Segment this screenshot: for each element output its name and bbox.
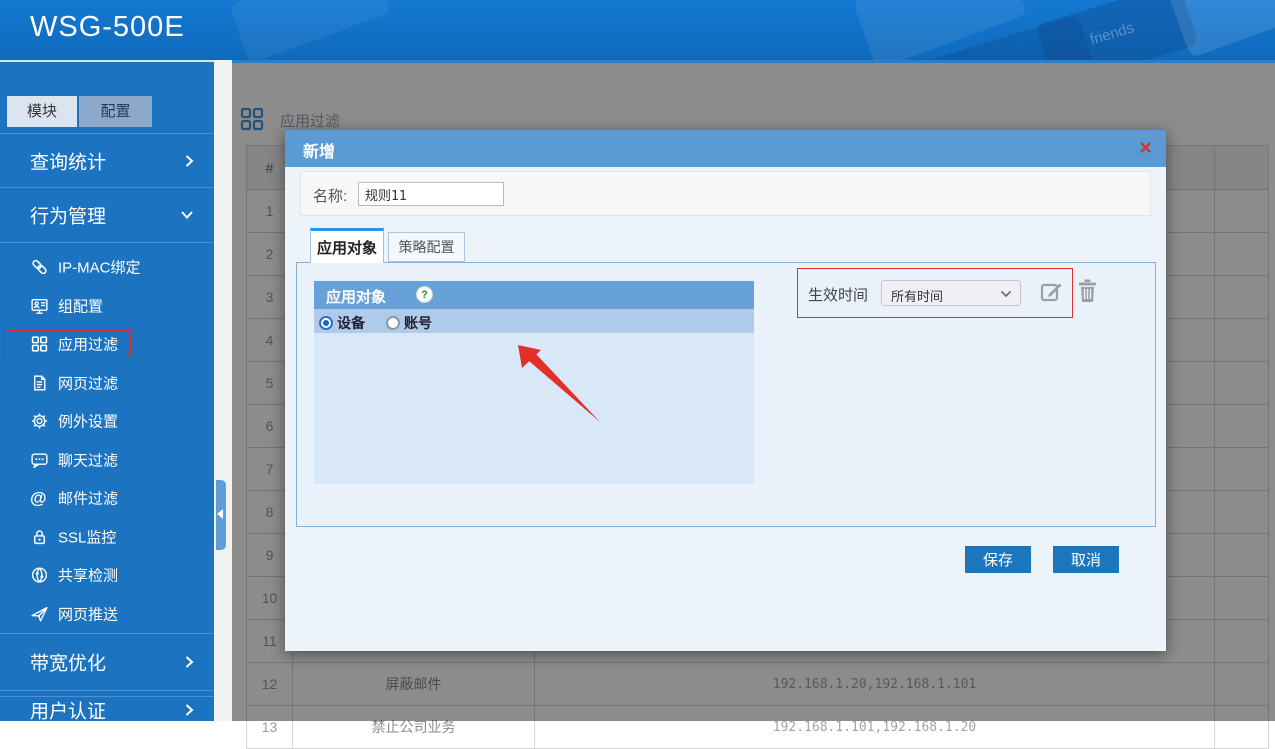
chevron-down-icon	[1000, 290, 1012, 298]
sidebar-item-label: SSL监控	[58, 526, 116, 547]
keyboard-key-label: friends	[1088, 19, 1136, 48]
rule-name-panel: 名称:	[300, 171, 1151, 216]
panel-header: 应用对象 ?	[314, 281, 754, 309]
sidebar-section-bandwidth[interactable]: 带宽优化	[0, 633, 214, 691]
sidebar-item-label: 聊天过滤	[58, 449, 118, 470]
section-label: 行为管理	[30, 202, 106, 229]
sidebar-item-mail-filter[interactable]: @ 邮件过滤	[0, 479, 214, 518]
cancel-button[interactable]: 取消	[1053, 546, 1119, 573]
share-icon	[30, 566, 49, 585]
red-annotation-arrow	[507, 335, 617, 430]
lock-icon	[30, 527, 49, 546]
panel-header-label: 应用对象	[326, 286, 386, 307]
name-label: 名称:	[313, 185, 347, 206]
dialog-title: 新增	[303, 138, 335, 162]
edit-time-icon[interactable]	[1040, 280, 1064, 304]
dialog-titlebar: 新增 ×	[285, 130, 1166, 167]
chevron-right-icon	[185, 703, 194, 717]
tab-apply-object[interactable]: 应用对象	[310, 228, 384, 263]
help-icon[interactable]: ?	[416, 286, 433, 303]
sidebar-tab-config[interactable]: 配置	[79, 96, 152, 127]
save-button[interactable]: 保存	[965, 546, 1031, 573]
object-type-radio-row: 设备 账号	[314, 309, 754, 333]
radio-device[interactable]: 设备	[319, 313, 365, 333]
add-rule-dialog: 新增 × 名称: 应用对象 策略配置 应用对象 ? 设备 账号	[285, 130, 1166, 651]
keyboard-decoration	[229, 0, 391, 60]
webpage-icon	[30, 373, 49, 392]
close-icon[interactable]: ×	[1139, 135, 1152, 161]
sidebar-section-user-auth[interactable]: 用户认证	[0, 696, 214, 723]
link-icon	[30, 258, 49, 277]
radio-label: 设备	[337, 313, 365, 333]
at-icon: @	[30, 489, 49, 508]
section-label: 带宽优化	[30, 649, 106, 676]
tab-policy-config[interactable]: 策略配置	[388, 232, 465, 262]
sidebar-item-label: 网页过滤	[58, 372, 118, 393]
sidebar-item-ssl-monitor[interactable]: SSL监控	[0, 518, 214, 557]
effective-time-label: 生效时间	[808, 284, 868, 305]
sidebar-item-group-config[interactable]: 组配置	[0, 287, 214, 326]
behavior-submenu: IP-MAC绑定 组配置 应用过滤 网页过滤	[0, 248, 214, 633]
sidebar-item-chat-filter[interactable]: 聊天过滤	[0, 441, 214, 480]
radio-unselected-icon	[386, 316, 400, 330]
chevron-right-icon	[185, 655, 194, 669]
chat-icon	[30, 450, 49, 469]
app-title: WSG-500E	[30, 11, 185, 44]
sidebar-section-query-stats[interactable]: 查询统计	[0, 133, 214, 187]
sidebar-item-app-filter[interactable]: 应用过滤	[0, 325, 214, 364]
chevron-right-icon	[185, 154, 194, 168]
effective-time-select[interactable]: 所有时间	[881, 280, 1021, 306]
sidebar-item-web-filter[interactable]: 网页过滤	[0, 364, 214, 403]
radio-selected-icon	[319, 316, 333, 330]
sidebar-section-behavior-mgmt[interactable]: 行为管理	[0, 187, 214, 243]
sidebar: 模块 配置 查询统计 行为管理 IP-MAC绑定 组配置	[0, 60, 214, 721]
sidebar-item-label: 网页推送	[58, 603, 118, 624]
radio-label: 账号	[404, 313, 432, 333]
sidebar-gutter	[214, 60, 232, 721]
sidebar-item-share-detection[interactable]: 共享检测	[0, 556, 214, 595]
section-label: 用户认证	[30, 697, 106, 724]
rule-name-input[interactable]	[358, 182, 504, 206]
sidebar-item-web-push[interactable]: 网页推送	[0, 595, 214, 634]
delete-time-icon[interactable]	[1078, 279, 1097, 303]
sidebar-item-exception-settings[interactable]: 例外设置	[0, 402, 214, 441]
sidebar-item-label: 组配置	[58, 295, 103, 316]
chevron-down-icon	[180, 211, 194, 220]
sidebar-item-label: 共享检测	[58, 565, 118, 586]
selected-time-value: 所有时间	[891, 286, 943, 305]
section-label: 查询统计	[30, 147, 106, 174]
sidebar-item-label: 邮件过滤	[58, 488, 118, 509]
app-header: friends WSG-500E	[0, 0, 1275, 60]
sidebar-tab-module[interactable]: 模块	[7, 96, 77, 127]
send-icon	[30, 604, 49, 623]
group-config-icon	[30, 296, 49, 315]
sidebar-collapse-handle[interactable]	[216, 480, 226, 550]
sidebar-item-label: IP-MAC绑定	[58, 257, 141, 278]
radio-account[interactable]: 账号	[386, 313, 432, 333]
gear-icon	[30, 412, 49, 431]
sidebar-item-ip-mac-binding[interactable]: IP-MAC绑定	[0, 248, 214, 287]
sidebar-item-label: 例外设置	[58, 411, 118, 432]
apply-object-tab-panel: 应用对象 ? 设备 账号	[296, 262, 1156, 527]
red-highlight-box	[7, 330, 131, 358]
